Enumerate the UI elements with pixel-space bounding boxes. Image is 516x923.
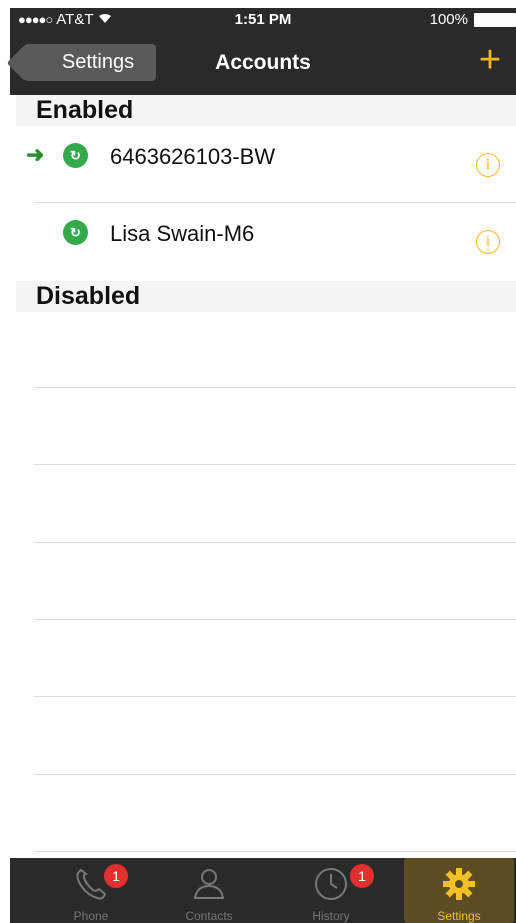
tab-settings-label: Settings xyxy=(437,909,481,923)
account-name: 6463626103-BW xyxy=(110,144,276,169)
tab-phone[interactable]: 1 Phone xyxy=(36,858,146,923)
tab-contacts-label: Contacts xyxy=(185,909,233,923)
empty-row-separator xyxy=(34,619,516,620)
tab-history-label: History xyxy=(312,909,350,923)
tab-history[interactable]: 1 History xyxy=(276,858,386,923)
status-right: 100% xyxy=(430,11,516,28)
battery-icon xyxy=(474,12,516,27)
section-header-disabled: Disabled xyxy=(16,281,516,312)
empty-row-separator xyxy=(34,851,516,852)
history-badge: 1 xyxy=(350,864,374,888)
active-arrow-icon: ➜ xyxy=(26,142,45,167)
empty-row-separator xyxy=(34,387,516,388)
empty-row-separator xyxy=(34,774,516,775)
phone-badge: 1 xyxy=(104,864,128,888)
contacts-icon xyxy=(193,869,225,899)
gear-icon xyxy=(443,868,475,900)
account-row[interactable]: ↻ Lisa Swain-M6 i xyxy=(16,203,516,279)
info-button[interactable]: i xyxy=(476,153,500,177)
info-button[interactable]: i xyxy=(476,230,500,254)
nav-bar: Settings Accounts + xyxy=(10,31,516,95)
battery-percent: 100% xyxy=(429,11,468,28)
empty-row-separator xyxy=(34,696,516,697)
empty-row-separator xyxy=(34,542,516,543)
section-header-enabled: Enabled xyxy=(16,95,516,126)
account-row[interactable]: ➜ ↻ 6463626103-BW i xyxy=(16,126,516,202)
account-icon: ↻ xyxy=(63,220,88,245)
add-account-button[interactable]: + xyxy=(472,41,508,81)
status-bar: ●●●●○ AT&T 1:51 PM 100% xyxy=(10,8,516,31)
tab-contacts[interactable]: Contacts xyxy=(154,858,264,923)
account-icon: ↻ xyxy=(63,143,88,168)
page-title: Accounts xyxy=(215,51,311,74)
history-clock-icon xyxy=(315,868,347,900)
tab-settings[interactable]: Settings xyxy=(404,858,514,923)
account-name: Lisa Swain-M6 xyxy=(110,221,255,246)
tab-bar: 1 Phone Contacts 1 History Settings xyxy=(10,858,516,923)
tab-phone-label: Phone xyxy=(73,909,109,923)
empty-row-separator xyxy=(34,464,516,465)
